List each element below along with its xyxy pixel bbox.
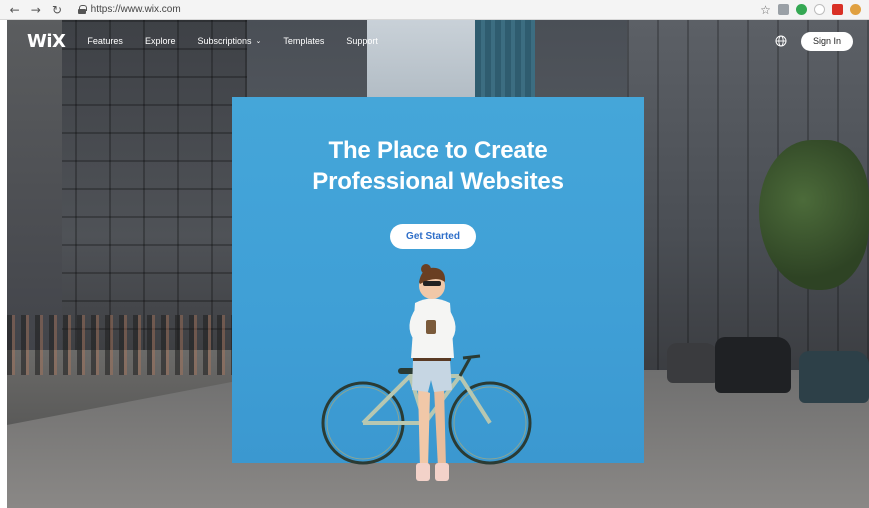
background-cars	[667, 325, 869, 405]
hero-title-line-1: The Place to Create	[328, 137, 548, 164]
extension-circle-icon[interactable]	[814, 4, 826, 15]
woman-with-bicycle-image	[321, 264, 532, 481]
forward-arrow-icon[interactable]: →	[29, 3, 42, 17]
extension-red-icon[interactable]	[832, 4, 844, 15]
lock-icon	[77, 5, 87, 14]
chevron-down-icon: ⌄	[255, 37, 262, 45]
extension-green-icon[interactable]	[796, 4, 808, 15]
nav-features-label: Features	[87, 36, 123, 46]
nav-subscriptions-label: Subscriptions	[197, 36, 252, 46]
reload-icon[interactable]: ↻	[50, 3, 63, 17]
nav-subscriptions[interactable]: Subscriptions ⌄	[197, 36, 261, 46]
star-icon[interactable]: ☆	[760, 3, 771, 17]
header-actions: Sign In	[775, 31, 853, 51]
hero-title: The Place to Create Professional Website…	[232, 135, 644, 197]
nav-support-label: Support	[346, 36, 378, 46]
nav-templates-label: Templates	[283, 36, 325, 46]
browser-toolbar: ← → ↻ https://www.wix.com ☆	[0, 0, 869, 20]
address-bar[interactable]: https://www.wix.com	[72, 2, 752, 18]
background-tree	[759, 140, 869, 290]
address-bar-url: https://www.wix.com	[90, 4, 181, 15]
sign-in-button[interactable]: Sign In	[800, 31, 853, 51]
nav-explore[interactable]: Explore	[145, 36, 176, 46]
browser-extensions: ☆	[760, 3, 862, 17]
nav-support[interactable]: Support	[346, 36, 378, 46]
globe-icon[interactable]	[775, 35, 787, 47]
extension-doc-icon[interactable]	[778, 4, 790, 15]
get-started-button[interactable]: Get Started	[390, 224, 476, 249]
background-building-far-left	[7, 20, 62, 350]
background-pedestrians	[7, 315, 242, 375]
wix-logo[interactable]: WiX	[27, 31, 66, 52]
hero-title-line-2: Professional Websites	[312, 168, 564, 195]
nav-explore-label: Explore	[144, 36, 176, 46]
profile-avatar-icon[interactable]	[850, 4, 862, 15]
back-arrow-icon[interactable]: ←	[8, 3, 21, 17]
nav-features[interactable]: Features	[87, 36, 123, 46]
site-header: WiX Features Explore Subscriptions ⌄ Tem…	[7, 20, 869, 62]
nav-templates[interactable]: Templates	[283, 36, 324, 46]
